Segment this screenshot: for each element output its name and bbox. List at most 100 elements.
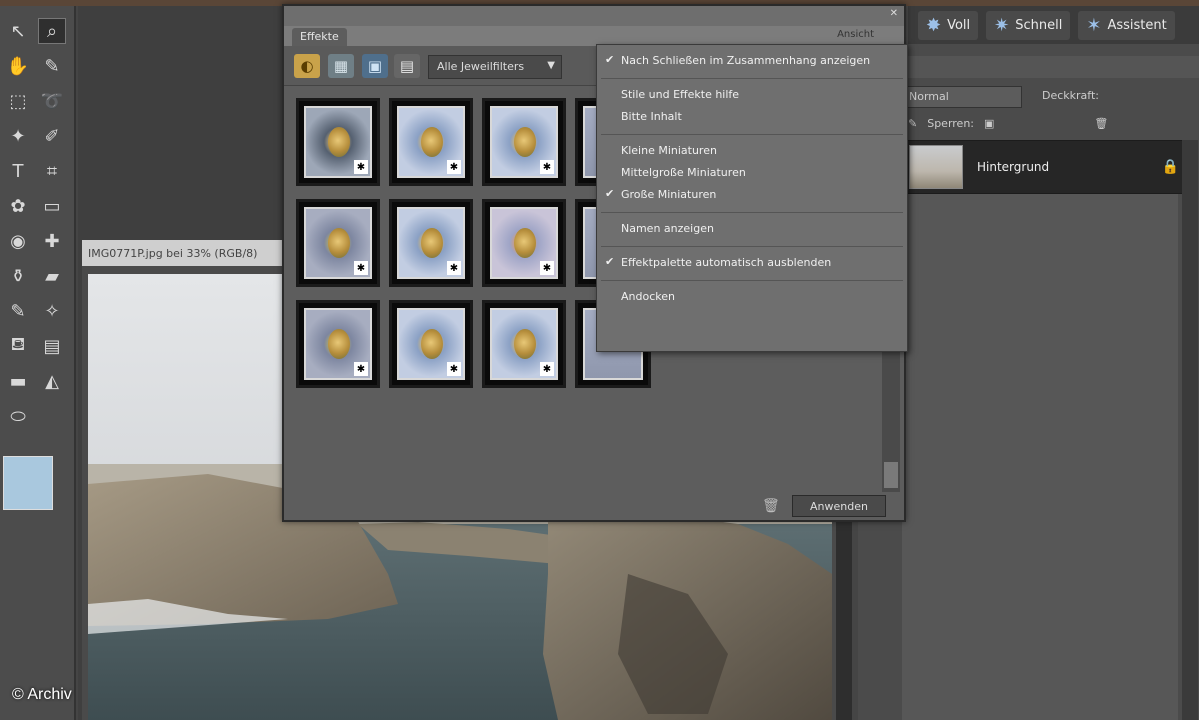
filters-icon[interactable]: ▦: [328, 54, 354, 78]
close-icon[interactable]: ✕: [890, 8, 898, 19]
blend-mode-select[interactable]: Normal: [902, 86, 1022, 108]
menu-item-label: Kleine Miniaturen: [621, 144, 717, 157]
paint-bucket-icon[interactable]: ⛾: [4, 333, 32, 359]
menu-item-label: Namen anzeigen: [621, 222, 714, 235]
eraser-icon[interactable]: ▰: [38, 263, 66, 289]
healing-brush-icon[interactable]: ✚: [38, 228, 66, 254]
guided-button[interactable]: ✶ Assistent: [1078, 10, 1175, 40]
gradient-icon[interactable]: ▤: [38, 333, 66, 359]
layer-styles-icon[interactable]: ◐: [294, 54, 320, 78]
quick-fix-icon: ✷: [994, 14, 1010, 36]
effects-scrollbar-thumb[interactable]: [884, 462, 898, 488]
sponge-icon[interactable]: ⬭: [4, 403, 32, 429]
layers-scrollbar[interactable]: [1182, 140, 1198, 720]
effect-badge-icon: ✱: [540, 160, 554, 174]
full-edit-button[interactable]: ✸ Voll: [918, 10, 979, 40]
menu-item[interactable]: Kleine Miniaturen: [597, 141, 907, 161]
effect-thumbnail[interactable]: ✱: [296, 300, 380, 388]
lock-icon: 🔒: [1161, 159, 1179, 175]
selection-brush-icon[interactable]: ✐: [38, 123, 66, 149]
apple-preview: [513, 329, 536, 359]
zoom-icon[interactable]: ⌕: [38, 18, 66, 44]
quick-fix-label: Schnell: [1015, 17, 1063, 33]
effects-tab-row: Effekte Ansicht: [284, 26, 904, 46]
effect-thumbnail[interactable]: ✱: [389, 199, 473, 287]
effect-badge-icon: ✱: [354, 362, 368, 376]
effect-thumbnail[interactable]: ✱: [296, 98, 380, 186]
magic-wand-icon[interactable]: ✦: [4, 123, 32, 149]
blur-icon[interactable]: ◭: [38, 368, 66, 394]
effect-preview-image: ✱: [490, 308, 558, 380]
photo-effects-icon[interactable]: ▣: [362, 54, 388, 78]
type-icon[interactable]: T: [4, 158, 32, 184]
apply-button[interactable]: Anwenden: [792, 495, 886, 517]
menu-item[interactable]: Andocken: [597, 287, 907, 307]
effect-thumbnail[interactable]: ✱: [482, 98, 566, 186]
smart-brush-icon[interactable]: ✧: [38, 298, 66, 324]
menu-item-label: Nach Schließen im Zusammenhang anzeigen: [621, 54, 871, 67]
apple-preview: [513, 127, 536, 157]
tab-effects[interactable]: Effekte: [292, 28, 347, 46]
effect-thumbnail[interactable]: ✱: [482, 300, 566, 388]
menu-item-label: Mittelgroße Miniaturen: [621, 166, 746, 179]
shape-icon[interactable]: ▬: [4, 368, 32, 394]
trash-icon[interactable]: 🗑: [1094, 117, 1108, 130]
effect-badge-icon: ✱: [447, 261, 461, 275]
layer-row-background[interactable]: Hintergrund 🔒: [902, 140, 1192, 194]
effect-preview-image: ✱: [304, 106, 372, 178]
document-title[interactable]: IMG0771P.jpg bei 33% (RGB/8): [82, 240, 282, 266]
menu-separator: [601, 246, 903, 247]
menu-separator: [601, 280, 903, 281]
checkmark-icon: ✔: [605, 187, 615, 200]
apple-preview: [327, 228, 350, 258]
apple-preview: [327, 329, 350, 359]
clone-stamp-icon[interactable]: ⚱: [4, 263, 32, 289]
layer-name: Hintergrund: [977, 160, 1050, 174]
apple-preview: [420, 329, 443, 359]
trash-icon[interactable]: 🗑: [762, 498, 780, 514]
eyedropper-icon[interactable]: ✎: [38, 53, 66, 79]
document-scrollbar[interactable]: [836, 520, 852, 720]
layers-list-empty-area: [902, 194, 1178, 720]
menu-item[interactable]: ✔ Nach Schließen im Zusammenhang anzeigen: [597, 51, 907, 71]
effect-thumbnail[interactable]: ✱: [482, 199, 566, 287]
show-all-icon[interactable]: ▤: [394, 54, 420, 78]
menu-item[interactable]: ✔ Effektpalette automatisch ausblenden: [597, 253, 907, 273]
foreground-color-swatch[interactable]: [3, 456, 53, 510]
lock-pixels-icon[interactable]: ▣: [984, 117, 994, 130]
quick-fix-button[interactable]: ✷ Schnell: [986, 10, 1071, 40]
effect-badge-icon: ✱: [447, 160, 461, 174]
menu-item[interactable]: ✔ Große Miniaturen: [597, 185, 907, 205]
effect-preview-image: ✱: [490, 207, 558, 279]
effects-panel-titlebar[interactable]: ✕: [284, 6, 904, 26]
effect-badge-icon: ✱: [540, 362, 554, 376]
brush-icon[interactable]: ✎: [908, 117, 917, 130]
effect-badge-icon: ✱: [447, 362, 461, 376]
lock-label: Sperren:: [927, 116, 975, 130]
menu-item[interactable]: Bitte Inhalt: [597, 107, 907, 127]
effects-category-select[interactable]: Alle Jeweilfilters ▼: [428, 55, 562, 79]
menu-item[interactable]: Stile und Effekte hilfe: [597, 85, 907, 105]
effect-thumbnail[interactable]: ✱: [389, 300, 473, 388]
cookie-cutter-icon[interactable]: ✿: [4, 193, 32, 219]
apple-preview: [327, 127, 350, 157]
brush-icon[interactable]: ✎: [4, 298, 32, 324]
toolbox: ↖ ⌕ ✋ ✎ ⬚ ➰ ✦ ✐ T ⌗ ✿ ▭ ◉ ✚ ⚱ ▰ ✎ ✧ ⛾ ▤ ▬ ◭ ⬭: [0, 6, 76, 720]
hand-icon[interactable]: ✋: [4, 53, 32, 79]
menu-item[interactable]: Namen anzeigen: [597, 219, 907, 239]
effect-thumbnail[interactable]: ✱: [389, 98, 473, 186]
panel-menu-button[interactable]: Ansicht: [837, 29, 874, 40]
lasso-icon[interactable]: ➰: [38, 88, 66, 114]
menu-item[interactable]: Mittelgroße Miniaturen: [597, 163, 907, 183]
effect-preview-image: ✱: [397, 308, 465, 380]
marquee-icon[interactable]: ⬚: [4, 88, 32, 114]
effect-thumbnail[interactable]: ✱: [296, 199, 380, 287]
red-eye-icon[interactable]: ◉: [4, 228, 32, 254]
chevron-down-icon: ▼: [547, 60, 555, 71]
menu-separator: [601, 134, 903, 135]
crop-icon[interactable]: ⌗: [38, 158, 66, 184]
apple-preview: [420, 228, 443, 258]
effect-badge-icon: ✱: [540, 261, 554, 275]
move-icon[interactable]: ↖: [4, 18, 32, 44]
straighten-icon[interactable]: ▭: [38, 193, 66, 219]
